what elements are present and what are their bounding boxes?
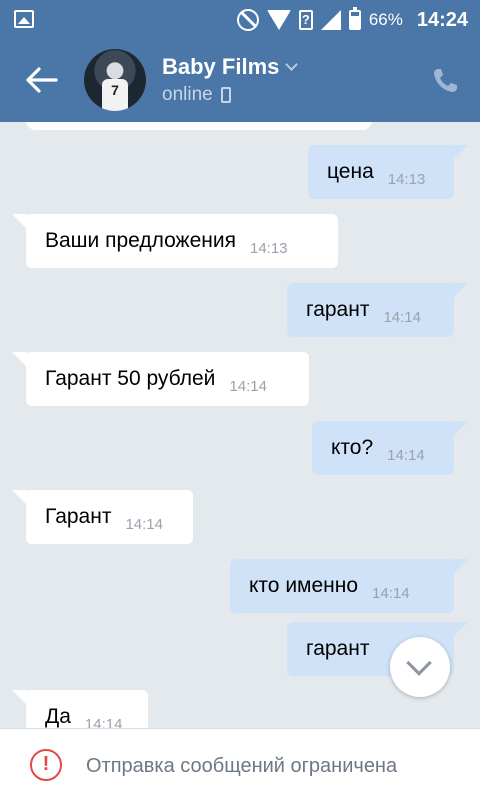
do-not-disturb-icon (236, 9, 259, 31)
message-text: Гарант (45, 505, 112, 528)
messaging-restricted-bar: ! Отправка сообщений ограничена (0, 728, 480, 800)
message-outgoing[interactable]: цена 14:13 (308, 145, 468, 199)
gallery-icon (14, 10, 34, 28)
message-text: гарант (306, 298, 370, 321)
question-icon: ? (298, 10, 313, 30)
battery-icon (348, 7, 361, 30)
mobile-device-icon (220, 87, 231, 103)
signal-icon (320, 10, 341, 30)
message-time: 14:14 (125, 515, 163, 533)
warning-icon: ! (30, 749, 62, 781)
message-text: Да (45, 705, 71, 728)
chevron-down-icon (406, 650, 432, 676)
message-text: цена (327, 160, 374, 183)
message-incoming[interactable]: Гарант 14:14 (12, 490, 193, 544)
message-outgoing[interactable]: гарант 14:14 (287, 283, 468, 337)
message-outgoing[interactable]: кто именно 14:14 (230, 559, 468, 613)
message-text: кто? (331, 436, 374, 459)
wifi-icon (266, 10, 291, 30)
message-time: 14:14 (84, 715, 123, 729)
clock: 14:24 (416, 8, 468, 31)
message-outgoing[interactable]: кто? 14:14 (312, 421, 468, 475)
restriction-notice: Отправка сообщений ограничена (86, 755, 398, 777)
message-text: Ваши предложения (45, 229, 236, 252)
contact-name-button[interactable]: Baby Films (162, 54, 299, 80)
call-button[interactable] (430, 66, 460, 96)
scroll-to-bottom-button[interactable] (390, 637, 450, 697)
message-time: 14:14 (372, 584, 410, 602)
message-time: 14:14 (387, 446, 425, 464)
chat-header: 7 Baby Films online (0, 40, 480, 122)
message-text: Гарант 50 рублей (45, 367, 216, 390)
status-text: online (162, 84, 213, 105)
battery-percent: 66% (368, 10, 403, 29)
back-arrow-icon (26, 67, 58, 93)
message-time: 14:13 (249, 239, 288, 257)
status-bar: ? 66% 14:24 (0, 0, 480, 40)
status-icons: ? 66% 14:24 (236, 7, 468, 32)
message-incoming[interactable]: Да 14:14 (12, 690, 148, 729)
message-text: кто именно (249, 574, 359, 597)
message-time: 14:14 (383, 308, 421, 326)
message-text: гарант (306, 637, 370, 660)
contact-name: Baby Films (162, 54, 280, 79)
message-time: 14:14 (229, 377, 267, 395)
message-time: 14:13 (387, 170, 426, 188)
phone-icon (434, 69, 457, 92)
message-list[interactable]: цена 14:13 Ваши предложения 14:13 гарант… (0, 122, 480, 728)
avatar[interactable]: 7 (84, 49, 146, 111)
contact-status: online (162, 84, 231, 106)
back-button[interactable] (22, 64, 62, 96)
avatar-jersey-number: 7 (102, 79, 128, 111)
chevron-down-icon (285, 57, 299, 71)
previous-media-message[interactable] (26, 122, 372, 130)
message-incoming[interactable]: Ваши предложения 14:13 (12, 214, 338, 268)
message-incoming[interactable]: Гарант 50 рублей 14:14 (12, 352, 309, 406)
